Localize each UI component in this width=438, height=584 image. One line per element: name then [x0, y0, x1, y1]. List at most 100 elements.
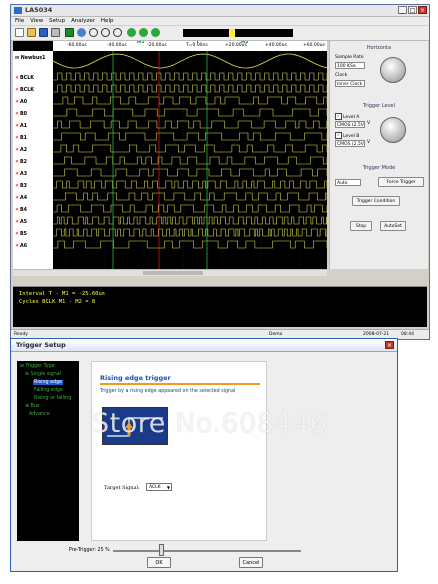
- menu-file[interactable]: File: [15, 17, 24, 25]
- menu-view[interactable]: View: [30, 17, 43, 25]
- dialog-close-button[interactable]: ×: [385, 341, 394, 349]
- measurement-panel: Interval T - M1 = -25.60us Cycles BCLK M…: [13, 286, 427, 327]
- level-b-select[interactable]: CMOS (2.5V: [335, 140, 365, 147]
- time-tick: +60.00us: [303, 43, 325, 48]
- menu-analyzer[interactable]: Analyzer: [71, 17, 95, 25]
- channel-name: B0: [20, 112, 28, 117]
- sample-rate-select[interactable]: 100 KSa: [335, 62, 365, 69]
- open-icon[interactable]: [27, 28, 36, 37]
- channel-trace: [53, 216, 327, 225]
- waveform-grid: [65, 51, 301, 269]
- trigger-condition-button[interactable]: Trigger Condition: [352, 196, 400, 206]
- target-signal-select[interactable]: ACLK ▼: [146, 483, 172, 491]
- channel-trace: [53, 120, 327, 129]
- target-signal-value: ACLK: [149, 485, 161, 490]
- level-a-checkbox[interactable]: ✓ Level A: [335, 113, 359, 120]
- marker-trigger[interactable]: T: [196, 41, 199, 45]
- dialog-title-bar: Trigger Setup ×: [11, 339, 397, 352]
- new-icon[interactable]: [15, 28, 24, 37]
- position-overview-window[interactable]: [229, 29, 235, 37]
- save-icon[interactable]: [39, 28, 48, 37]
- channel-name: A6: [20, 244, 28, 249]
- zoom-fit-icon[interactable]: [113, 28, 122, 37]
- pretrigger-slider-thumb[interactable]: [159, 544, 164, 556]
- channel-trace: [53, 84, 327, 93]
- control-panel: Horizonta Sample Rate 100 KSa Clock Inne…: [329, 41, 428, 269]
- close-button[interactable]: ×: [418, 6, 427, 14]
- channel-label[interactable]: ✕A1: [15, 124, 27, 129]
- pretrigger-label: Pre-Trigger: 25 %: [69, 548, 110, 553]
- channel-label[interactable]: ✕B4: [15, 208, 27, 213]
- tree-advance[interactable]: Advance: [29, 412, 50, 417]
- scroll-thumb[interactable]: [143, 271, 203, 275]
- channel-name: A2: [20, 148, 28, 153]
- waveform-traces[interactable]: [53, 51, 327, 269]
- trigger-mode-select[interactable]: Auto: [335, 179, 361, 186]
- level-b-checkbox[interactable]: ✓ Level B: [335, 132, 359, 139]
- waveform-area[interactable]: -60.00us -40.00us -20.00us T=0.00ns +20.…: [13, 41, 327, 269]
- print-icon[interactable]: [51, 28, 60, 37]
- marker-m2[interactable]: M2: [241, 41, 249, 45]
- tree-bus-label: Bus: [30, 404, 40, 409]
- time-tick: -40.00us: [107, 43, 127, 48]
- channel-trace: [53, 180, 327, 189]
- channel-label[interactable]: ✕B2: [15, 160, 27, 165]
- tree-rising-edge[interactable]: Rising edge: [33, 380, 64, 385]
- horizontal-scrollbar[interactable]: [13, 269, 327, 276]
- bus-label[interactable]: ⊟ Newbus1: [15, 56, 45, 61]
- capture-icon[interactable]: [77, 28, 86, 37]
- menu-setup[interactable]: Setup: [49, 17, 65, 25]
- clock-select[interactable]: Inner Clock: [335, 80, 365, 87]
- channel-label[interactable]: ✕A4: [15, 196, 27, 201]
- channel-name: BCLK: [20, 76, 34, 81]
- channel-label[interactable]: ✕B1: [15, 136, 27, 141]
- position-overview-bar[interactable]: [183, 29, 293, 37]
- force-trigger-button[interactable]: Force Trigger: [378, 177, 424, 187]
- channel-label[interactable]: ✕BCLK: [15, 76, 34, 81]
- channel-label[interactable]: ✕A3: [15, 172, 27, 177]
- trigger-level-knob[interactable]: [380, 117, 406, 143]
- maximize-button[interactable]: □: [408, 6, 417, 14]
- tree-root-label: Trigger Type: [25, 364, 55, 369]
- level-a-select[interactable]: CMOS (2.5V: [335, 121, 365, 128]
- channel-trace: [53, 228, 327, 237]
- dialog-title: Trigger Setup: [16, 341, 66, 349]
- autoset-button[interactable]: AutoSet: [380, 221, 406, 231]
- channel-label[interactable]: ✕A6: [15, 244, 27, 249]
- tree-rising-or-falling[interactable]: Rising or falling: [34, 396, 71, 401]
- marker-m1[interactable]: M1: [137, 41, 145, 45]
- zoom-out-icon[interactable]: [101, 28, 110, 37]
- channel-label[interactable]: ✕B3: [15, 184, 27, 189]
- nav-left-icon[interactable]: [127, 28, 136, 37]
- channel-name: B5: [20, 232, 28, 237]
- status-text: Ready: [14, 332, 28, 337]
- nav-right-icon[interactable]: [139, 28, 148, 37]
- tree-root[interactable]: ⊟ Trigger Type: [20, 364, 55, 369]
- chevron-down-icon: ▼: [166, 485, 170, 490]
- minimize-button[interactable]: _: [398, 6, 407, 14]
- channel-label[interactable]: ✕B5: [15, 232, 27, 237]
- stop-button[interactable]: Stop: [350, 221, 372, 231]
- tree-single-signal[interactable]: ⊟ Single signal: [25, 372, 61, 377]
- channel-label[interactable]: ✕A0: [15, 100, 27, 105]
- run-icon[interactable]: [65, 28, 74, 37]
- nav-up-icon[interactable]: [151, 28, 160, 37]
- ok-button[interactable]: OK: [147, 557, 171, 568]
- horizontal-knob[interactable]: [380, 57, 406, 83]
- channel-name: A4: [20, 196, 28, 201]
- tree-falling-edge[interactable]: Falling edge: [34, 388, 63, 393]
- channel-label[interactable]: ✕A5: [15, 220, 27, 225]
- trigger-type-tree: ⊟ Trigger Type ⊟ Single signal Rising ed…: [17, 361, 79, 541]
- channel-label[interactable]: ✕B0: [15, 112, 27, 117]
- zoom-in-icon[interactable]: [89, 28, 98, 37]
- channel-label[interactable]: ✕BCLK: [15, 88, 34, 93]
- tree-bus[interactable]: ⊞ Bus: [25, 404, 39, 409]
- cancel-button[interactable]: Cancel: [239, 557, 263, 568]
- channel-name: B2: [20, 160, 28, 165]
- menu-help[interactable]: Help: [101, 17, 114, 25]
- channel-name: A1: [20, 124, 28, 129]
- channel-label[interactable]: ✕A2: [15, 148, 27, 153]
- menu-bar: File View Setup Analyzer Help: [11, 17, 429, 25]
- pretrigger-slider-track[interactable]: [113, 550, 301, 552]
- trigger-mode-group: Trigger Mode: [334, 165, 424, 171]
